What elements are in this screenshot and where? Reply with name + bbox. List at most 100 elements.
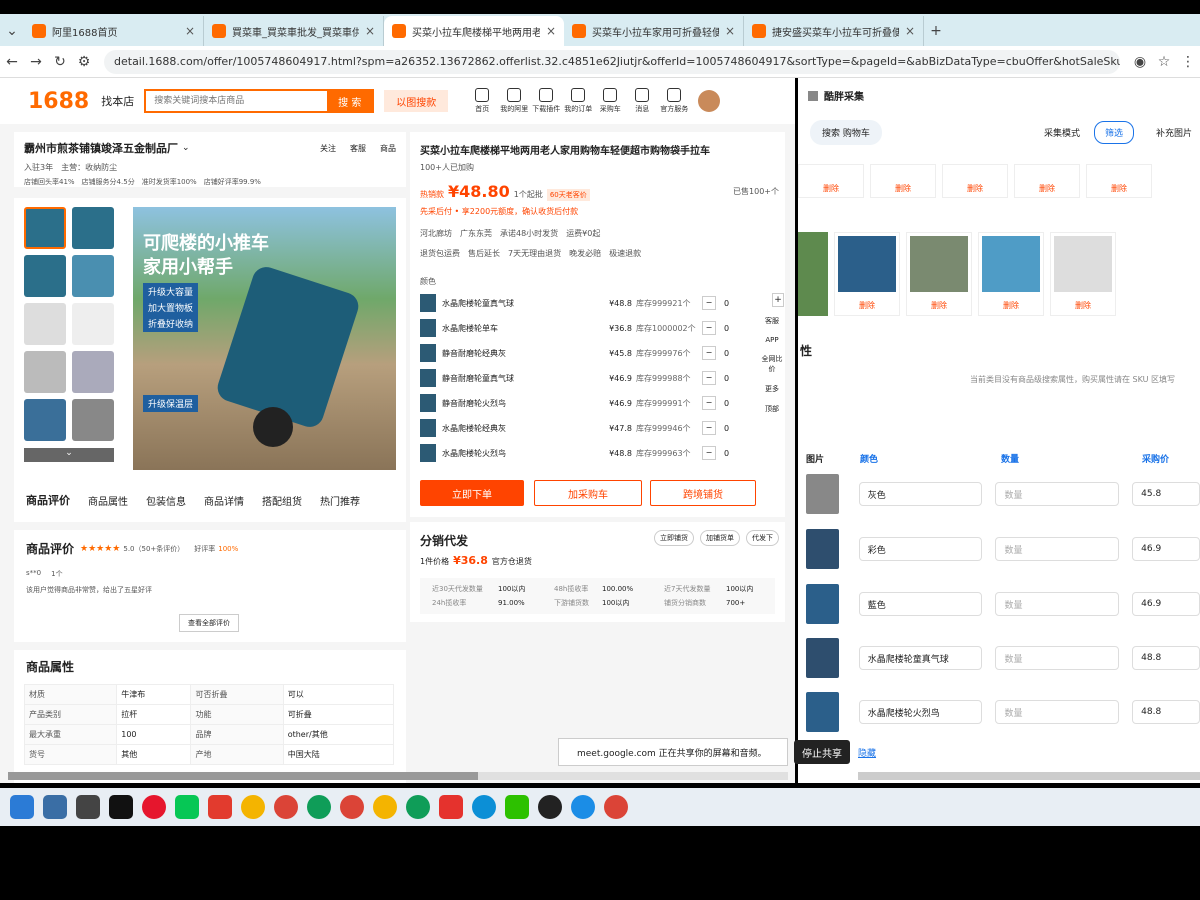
add-image-button[interactable]: 补充图片: [1156, 126, 1192, 139]
home-link[interactable]: 首页: [466, 88, 498, 114]
minus-button[interactable]: −: [702, 371, 716, 385]
plugin-link[interactable]: 下载插件: [530, 88, 562, 114]
minus-button[interactable]: −: [702, 446, 716, 460]
delete-button[interactable]: 删除: [907, 300, 971, 311]
delete-button[interactable]: 删除: [1051, 300, 1115, 311]
chrome-icon[interactable]: [340, 795, 364, 819]
credit-info[interactable]: 先采后付 • 享2200元额度，确认收货后付款: [420, 206, 578, 217]
extension-icon[interactable]: ◉: [1128, 54, 1152, 70]
chrome-icon[interactable]: [274, 795, 298, 819]
service-button[interactable]: 客服: [350, 143, 366, 154]
qty-field[interactable]: 数量: [995, 700, 1120, 724]
wps-icon[interactable]: [208, 795, 232, 819]
tab-search-chevron-icon[interactable]: ⌄: [0, 16, 24, 46]
qty-field[interactable]: 数量: [995, 482, 1120, 506]
url-field[interactable]: detail.1688.com/offer/1005748604917.html…: [104, 49, 1120, 74]
thumbnail[interactable]: [72, 303, 114, 345]
qty-field[interactable]: 数量: [995, 646, 1120, 670]
main-product-image[interactable]: 可爬楼的小推车 家用小帮手 升级大容量 加大置物板 折叠好收纳 升级保温层: [133, 207, 396, 470]
browser-tab[interactable]: 买菜车小拉车家用可折叠轻便购 ×: [564, 16, 744, 46]
messages-link[interactable]: 消息: [626, 88, 658, 114]
dist-button[interactable]: 代发下: [746, 530, 779, 546]
variant-qty[interactable]: 0: [724, 449, 729, 458]
color-field[interactable]: 水晶爬楼轮火烈鸟: [858, 700, 983, 724]
store-icon[interactable]: [43, 795, 67, 819]
minus-button[interactable]: −: [702, 346, 716, 360]
follow-button[interactable]: 关注: [320, 143, 336, 154]
close-icon[interactable]: ×: [725, 24, 735, 38]
forward-icon[interactable]: →: [24, 54, 48, 70]
thumbnail[interactable]: [24, 303, 66, 345]
dist-button[interactable]: 立即铺货: [654, 530, 694, 546]
qty-field[interactable]: 数量: [995, 592, 1120, 616]
reload-icon[interactable]: ↻: [48, 54, 72, 70]
plus-button[interactable]: +: [772, 293, 784, 307]
line-icon[interactable]: [175, 795, 199, 819]
service-link[interactable]: 官方服务: [658, 88, 690, 114]
chrome-icon[interactable]: [373, 795, 397, 819]
thumbnail[interactable]: [24, 255, 66, 297]
thumbnail[interactable]: [24, 351, 66, 393]
browser-tab[interactable]: 買菜車_買菜車批发_買菜車供应 ×: [204, 16, 384, 46]
thumbnail[interactable]: [24, 207, 66, 249]
close-icon[interactable]: ×: [185, 24, 195, 38]
side-compare-button[interactable]: 全网比价: [760, 354, 784, 374]
goods-button[interactable]: 商品: [380, 143, 396, 154]
tab-attrs[interactable]: 商品属性: [88, 493, 128, 508]
chrome-icon[interactable]: [307, 795, 331, 819]
collected-image[interactable]: 删除: [1050, 232, 1116, 316]
chevron-down-icon[interactable]: ⌄: [24, 448, 114, 462]
side-top-button[interactable]: 顶部: [765, 404, 779, 414]
red-app-icon[interactable]: [439, 795, 463, 819]
panda-icon[interactable]: [109, 795, 133, 819]
edge-icon[interactable]: [472, 795, 496, 819]
chevron-down-icon[interactable]: ⌄: [182, 143, 190, 153]
qq-icon[interactable]: [538, 795, 562, 819]
price-field[interactable]: 48.8: [1132, 646, 1200, 670]
thumbnail[interactable]: [72, 207, 114, 249]
star-icon[interactable]: ☆: [1152, 54, 1176, 70]
cart-link[interactable]: 采购车: [594, 88, 626, 114]
price-field[interactable]: 46.9: [1132, 537, 1200, 561]
close-icon[interactable]: ×: [365, 24, 375, 38]
thumbnail[interactable]: [72, 255, 114, 297]
browser-tab[interactable]: 捷安盛买菜车小拉车可折叠便携 ×: [744, 16, 924, 46]
windows-start-icon[interactable]: [10, 795, 34, 819]
hide-share-button[interactable]: 隐藏: [858, 746, 876, 759]
delete-button[interactable]: 删除: [942, 164, 1008, 198]
collected-image[interactable]: 删除: [978, 232, 1044, 316]
color-field[interactable]: 灰色: [858, 482, 983, 506]
buy-now-button[interactable]: 立即下单: [420, 480, 524, 506]
dist-button[interactable]: 加铺货单: [700, 530, 740, 546]
thumbnail[interactable]: [72, 351, 114, 393]
store-name[interactable]: 霸州市煎茶铺镇竣泽五金制品厂: [24, 140, 178, 156]
side-more-button[interactable]: 更多: [765, 384, 779, 394]
site-info-icon[interactable]: ⚙: [72, 54, 96, 70]
color-field[interactable]: 藍色: [858, 592, 983, 616]
horizontal-scrollbar[interactable]: [8, 772, 788, 780]
tab-package[interactable]: 包装信息: [146, 493, 186, 508]
side-service-button[interactable]: 客服: [765, 316, 779, 326]
browser-tab-active[interactable]: 买菜小拉车爬楼梯平地两用老人 ×: [384, 16, 564, 46]
delete-button[interactable]: 删除: [870, 164, 936, 198]
ship-to[interactable]: 广东东莞: [460, 228, 492, 239]
ext-scrollbar[interactable]: [858, 772, 1200, 780]
image-search-button[interactable]: 以图搜款: [384, 90, 449, 112]
tab-details[interactable]: 商品详情: [204, 493, 244, 508]
menu-icon[interactable]: ⋮: [1176, 54, 1200, 70]
add-cart-button[interactable]: 加采购车: [534, 480, 642, 506]
variant-qty[interactable]: 0: [724, 349, 729, 358]
price-badge[interactable]: 60天老客价: [546, 189, 590, 201]
wechat-icon[interactable]: [505, 795, 529, 819]
filter-button[interactable]: 筛选: [1094, 121, 1135, 144]
qty-field[interactable]: 数量: [995, 537, 1120, 561]
variant-qty[interactable]: 0: [724, 324, 729, 333]
ext-search-button[interactable]: 搜索 购物车: [810, 120, 882, 145]
cross-border-button[interactable]: 跨境铺货: [650, 480, 756, 506]
collected-image[interactable]: 删除: [834, 232, 900, 316]
all-reviews-button[interactable]: 查看全部评价: [179, 614, 239, 632]
avatar[interactable]: [698, 90, 721, 112]
delete-button[interactable]: 删除: [835, 300, 899, 311]
chrome-icon[interactable]: [604, 795, 628, 819]
price-field[interactable]: 45.8: [1132, 482, 1200, 506]
